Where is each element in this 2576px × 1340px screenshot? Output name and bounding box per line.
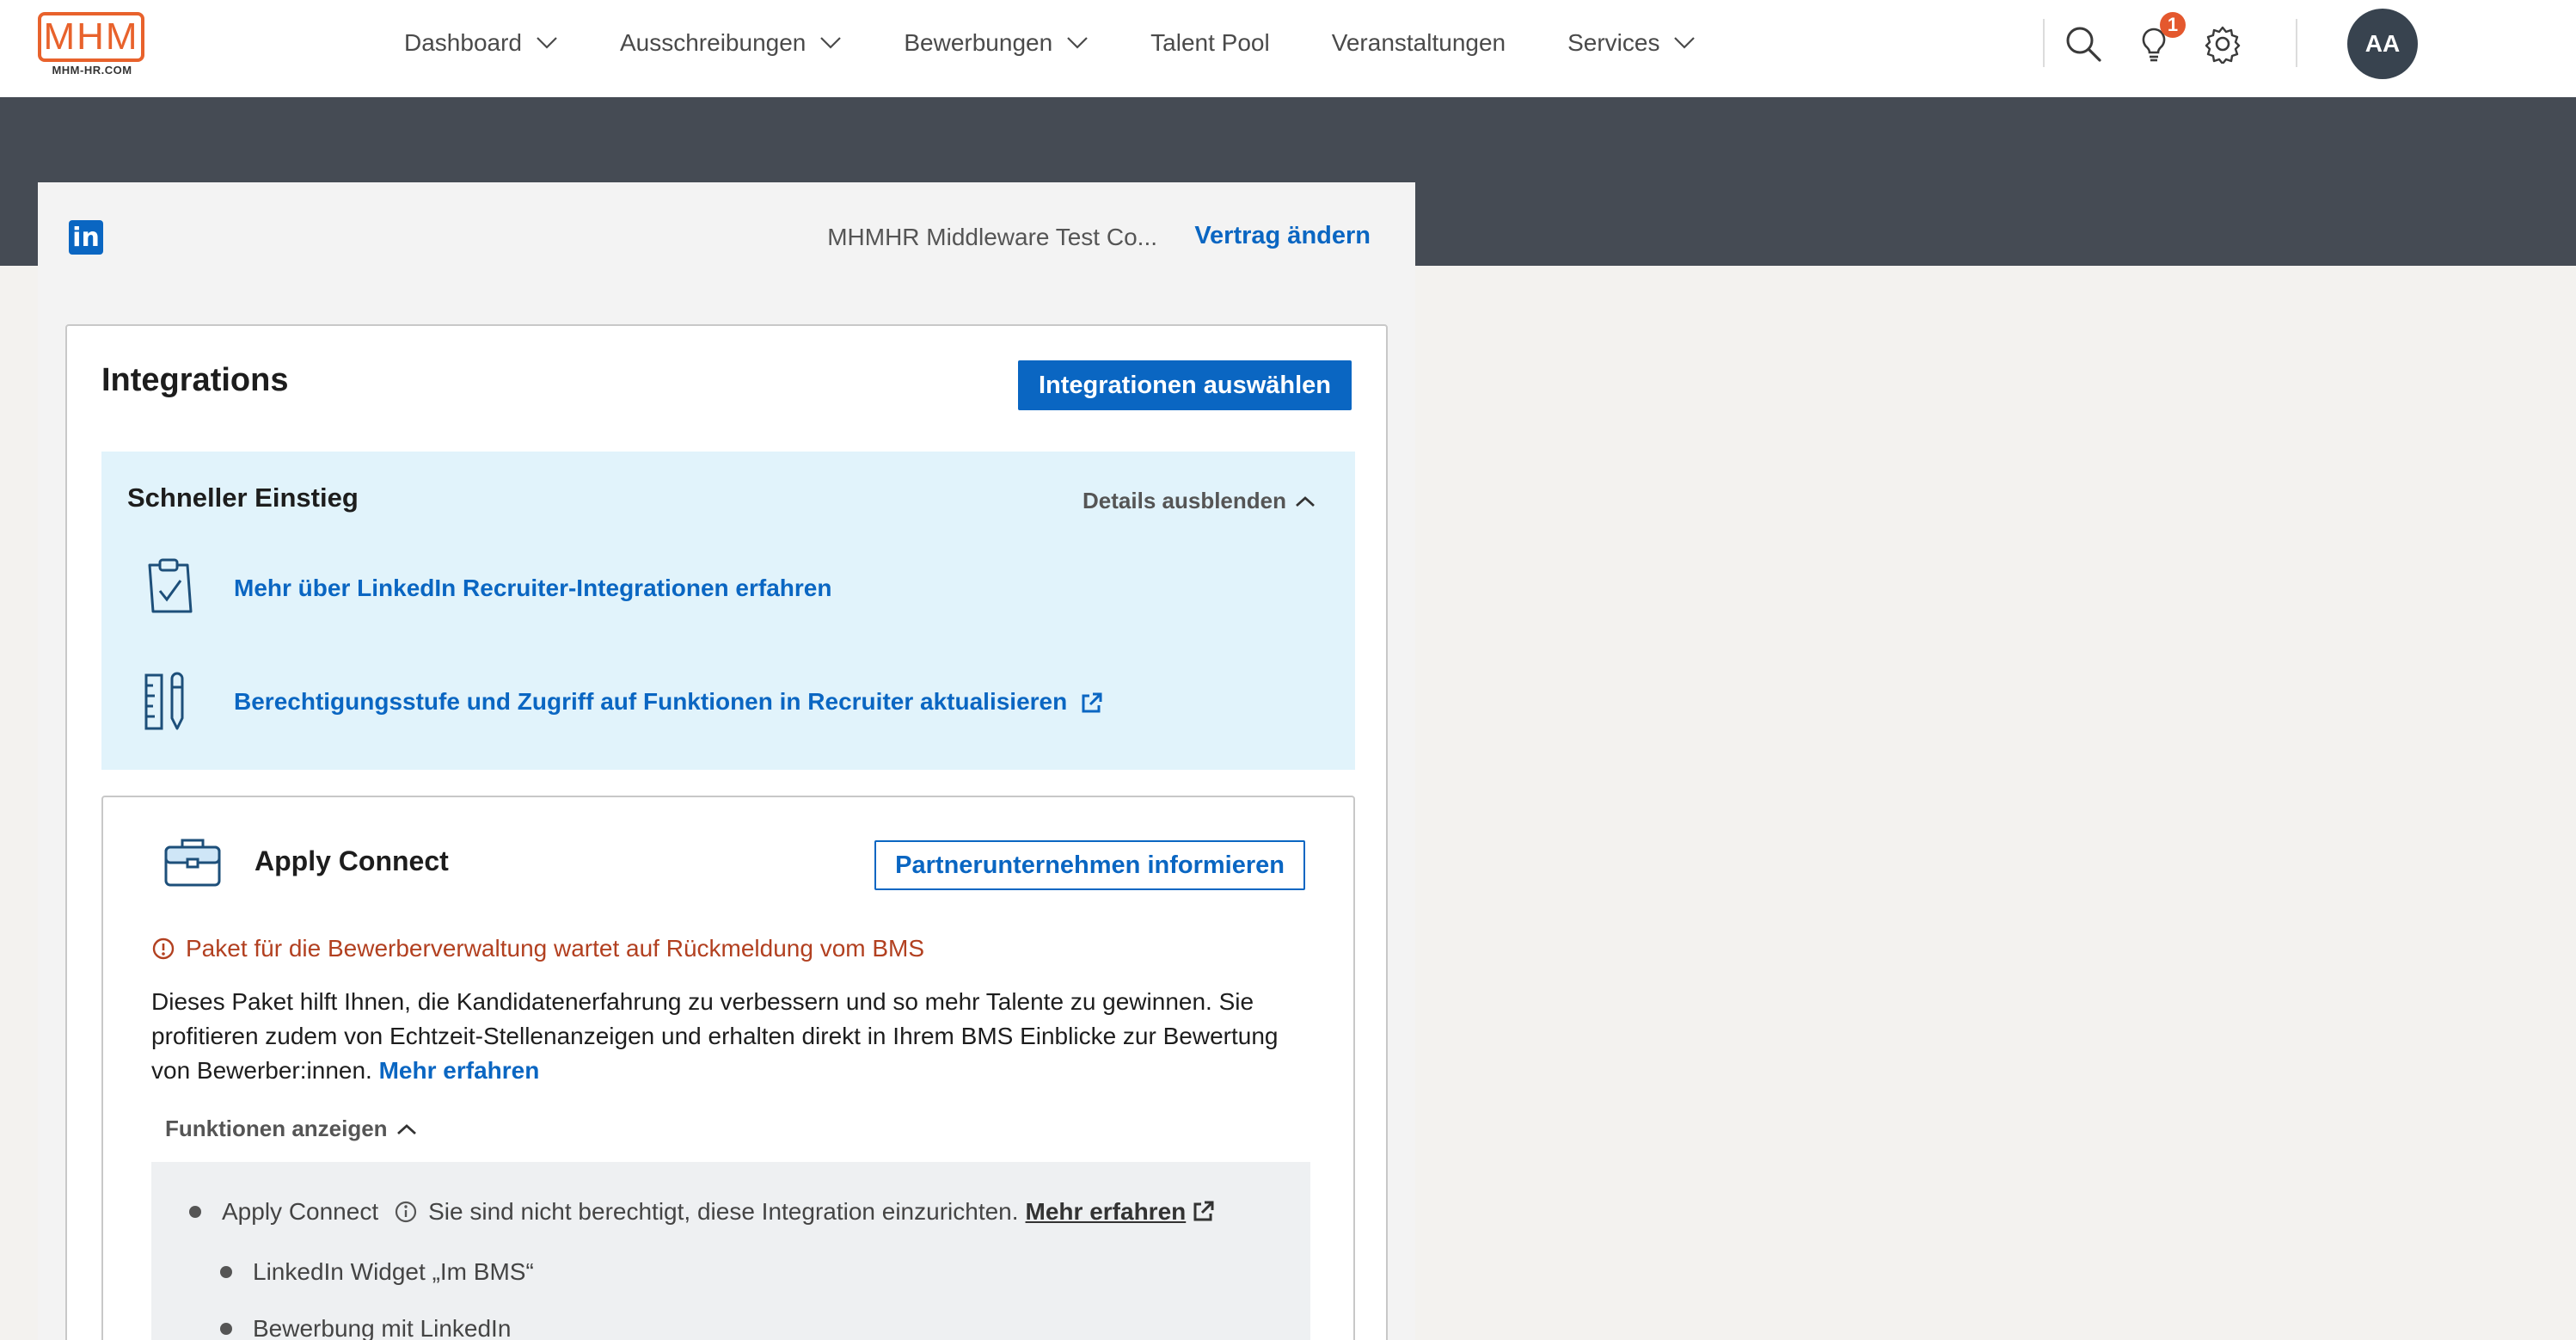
top-navigation: MHM MHM-HR.COM Dashboard Ausschreibungen… xyxy=(0,0,2576,97)
bullet xyxy=(189,1206,201,1218)
nav-item-ausschreibungen[interactable]: Ausschreibungen xyxy=(620,29,842,57)
list-item: Apply Connect Sie sind nicht berechtigt,… xyxy=(189,1198,1225,1226)
ruler-pencil-icon xyxy=(144,672,184,730)
nav-item-talent-pool[interactable]: Talent Pool xyxy=(1150,29,1270,57)
permission-learn-more-link[interactable]: Mehr erfahren xyxy=(1026,1198,1187,1226)
permission-note: Sie sind nicht berechtigt, diese Integra… xyxy=(394,1198,1225,1226)
hide-details-toggle[interactable]: Details ausblenden xyxy=(1083,488,1316,514)
list-item: LinkedIn Widget „Im BMS“ xyxy=(220,1258,534,1286)
nav-divider xyxy=(2296,19,2297,67)
integrations-card: Integrations Integrationen auswählen Sch… xyxy=(65,324,1388,1340)
notification-badge: 1 xyxy=(2160,12,2186,38)
apply-connect-description: Dieses Paket hilft Ihnen, die Kandidaten… xyxy=(151,985,1321,1088)
clipboard-check-icon xyxy=(148,558,193,613)
external-link-icon xyxy=(1193,1201,1214,1221)
feature-label: Bewerbung mit LinkedIn xyxy=(253,1315,512,1340)
list-item: Bewerbung mit LinkedIn xyxy=(220,1315,511,1340)
bullet xyxy=(220,1266,232,1278)
quick-start-section: Schneller Einstieg Details ausblenden Me… xyxy=(101,452,1355,770)
page-title: Integrations xyxy=(101,362,289,398)
chevron-down-icon xyxy=(1067,37,1088,49)
apply-connect-title: Apply Connect xyxy=(255,845,449,876)
chevron-up-icon xyxy=(396,1123,416,1134)
contract-name: MHMHR Middleware Test Co... xyxy=(827,224,1157,250)
nav-item-label: Services xyxy=(1567,29,1660,56)
info-circle-icon xyxy=(152,937,175,960)
features-list: Apply Connect Sie sind nicht berechtigt,… xyxy=(151,1162,1310,1340)
change-contract-link[interactable]: Vertrag ändern xyxy=(1194,222,1371,250)
nav-item-label: Talent Pool xyxy=(1150,29,1270,56)
mhm-logo[interactable]: MHM MHM-HR.COM xyxy=(38,12,146,77)
quick-link-row: Berechtigungsstufe und Zugriff auf Funkt… xyxy=(141,672,1103,732)
feature-label: LinkedIn Widget „Im BMS“ xyxy=(253,1258,534,1285)
warning-text: Paket für die Bewerberverwaltung wartet … xyxy=(186,935,925,962)
nav-item-services[interactable]: Services xyxy=(1567,29,1696,57)
nav-item-label: Veranstaltungen xyxy=(1331,29,1506,56)
bullet xyxy=(220,1323,232,1335)
gear-icon[interactable] xyxy=(2203,24,2242,64)
contract-header: in MHMHR Middleware Test Co... Vertrag ä… xyxy=(38,182,1415,291)
quick-start-title: Schneller Einstieg xyxy=(127,483,359,513)
external-link-icon xyxy=(1082,692,1102,713)
integrations-panel: in MHMHR Middleware Test Co... Vertrag ä… xyxy=(38,182,1415,1340)
update-permissions-label: Berechtigungsstufe und Zugriff auf Funkt… xyxy=(234,688,1068,715)
chevron-down-icon xyxy=(1674,37,1696,49)
chevron-up-icon xyxy=(1296,495,1315,507)
quick-link-row: Mehr über LinkedIn Recruiter-Integration… xyxy=(141,558,831,618)
nav-item-dashboard[interactable]: Dashboard xyxy=(404,29,558,57)
notify-partner-button[interactable]: Partnerunternehmen informieren xyxy=(874,840,1305,890)
nav-item-label: Ausschreibungen xyxy=(619,29,807,56)
search-icon[interactable] xyxy=(2064,24,2103,64)
permission-note-text: Sie sind nicht berechtigt, diese Integra… xyxy=(428,1198,1019,1225)
select-integrations-button[interactable]: Integrationen auswählen xyxy=(1018,360,1352,410)
learn-recruiter-integrations-link[interactable]: Mehr über LinkedIn Recruiter-Integration… xyxy=(234,575,831,602)
chevron-down-icon xyxy=(537,37,557,49)
toggle-label: Funktionen anzeigen xyxy=(165,1116,388,1141)
feature-label: Apply Connect xyxy=(222,1198,379,1225)
nav-actions: 1 AA xyxy=(2043,0,2576,86)
nav-item-bewerbungen[interactable]: Bewerbungen xyxy=(904,29,1089,57)
logo-mark: MHM xyxy=(38,12,144,62)
nav-divider xyxy=(2043,19,2045,67)
learn-more-link[interactable]: Mehr erfahren xyxy=(379,1057,540,1084)
briefcase-icon xyxy=(164,839,221,887)
info-circle-icon xyxy=(396,1201,417,1223)
nav-item-label: Bewerbungen xyxy=(904,29,1053,56)
apply-connect-card: Apply Connect Partnerunternehmen informi… xyxy=(101,796,1355,1340)
logo-subtext: MHM-HR.COM xyxy=(52,64,132,77)
description-text: Dieses Paket hilft Ihnen, die Kandidaten… xyxy=(151,988,1279,1084)
notifications-button[interactable]: 1 xyxy=(2134,12,2186,64)
main-menu: Dashboard Ausschreibungen Bewerbungen Ta… xyxy=(404,0,1757,86)
avatar[interactable]: AA xyxy=(2347,9,2418,79)
show-features-toggle[interactable]: Funktionen anzeigen xyxy=(165,1116,417,1142)
status-warning: Paket für die Bewerberverwaltung wartet … xyxy=(151,935,924,962)
nav-item-veranstaltungen[interactable]: Veranstaltungen xyxy=(1332,29,1506,57)
linkedin-logo-icon: in xyxy=(69,220,103,255)
nav-item-label: Dashboard xyxy=(404,29,522,56)
update-permissions-link[interactable]: Berechtigungsstufe und Zugriff auf Funkt… xyxy=(234,688,1103,716)
toggle-label: Details ausblenden xyxy=(1083,488,1286,513)
chevron-down-icon xyxy=(820,37,842,49)
